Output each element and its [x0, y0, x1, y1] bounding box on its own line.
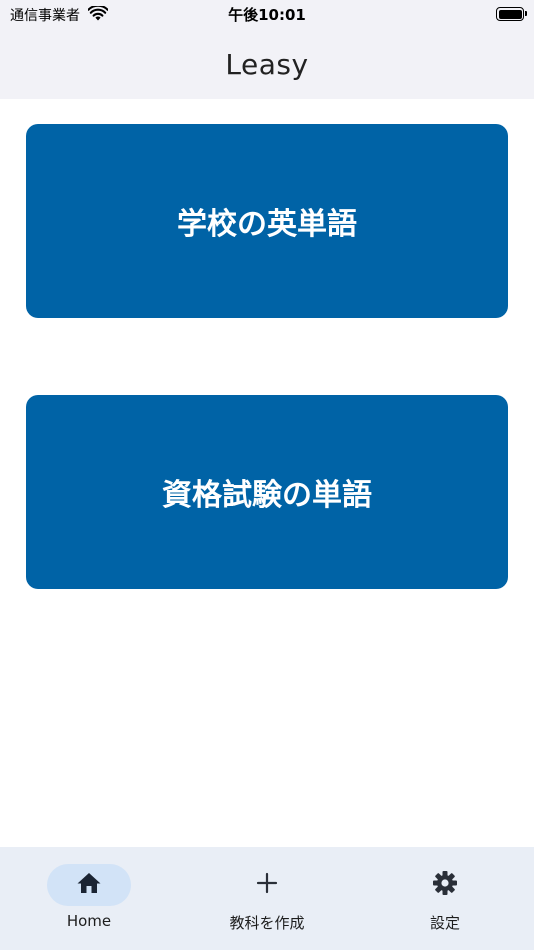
school-english-words-button[interactable]: 学校の英単語	[26, 124, 508, 318]
tab-settings-icon-area	[403, 864, 487, 906]
status-time: 午後10:01	[228, 6, 306, 24]
school-english-words-label: 学校の英単語	[177, 207, 357, 242]
tab-home[interactable]: Home	[0, 847, 178, 950]
home-icon	[76, 871, 102, 899]
battery-outline	[496, 7, 527, 21]
page-title: Leasy	[225, 48, 309, 81]
status-bar: 通信事業者 午後10:01	[0, 0, 534, 30]
tab-create-subject-icon-area	[225, 864, 309, 906]
tab-home-active-indicator	[47, 864, 131, 906]
tab-create-subject[interactable]: 教科を作成	[178, 847, 356, 950]
navigation-bar: Leasy	[0, 30, 534, 99]
plus-icon	[256, 872, 278, 898]
tab-bar: Home 教科を作成 設定	[0, 847, 534, 950]
battery-level	[498, 9, 522, 19]
qualification-exam-words-button[interactable]: 資格試験の単語	[26, 395, 508, 589]
tab-create-subject-label: 教科を作成	[229, 914, 305, 932]
battery-icon	[496, 7, 527, 21]
tab-settings-label: 設定	[429, 914, 460, 932]
app-screen: 通信事業者 午後10:01 Leasy 学校の英単語 資格試験の単語 Home …	[0, 0, 534, 950]
gear-icon	[432, 870, 458, 900]
tab-settings[interactable]: 設定	[356, 847, 534, 950]
qualification-exam-words-label: 資格試験の単語	[162, 478, 372, 513]
tab-home-label: Home	[66, 912, 112, 930]
